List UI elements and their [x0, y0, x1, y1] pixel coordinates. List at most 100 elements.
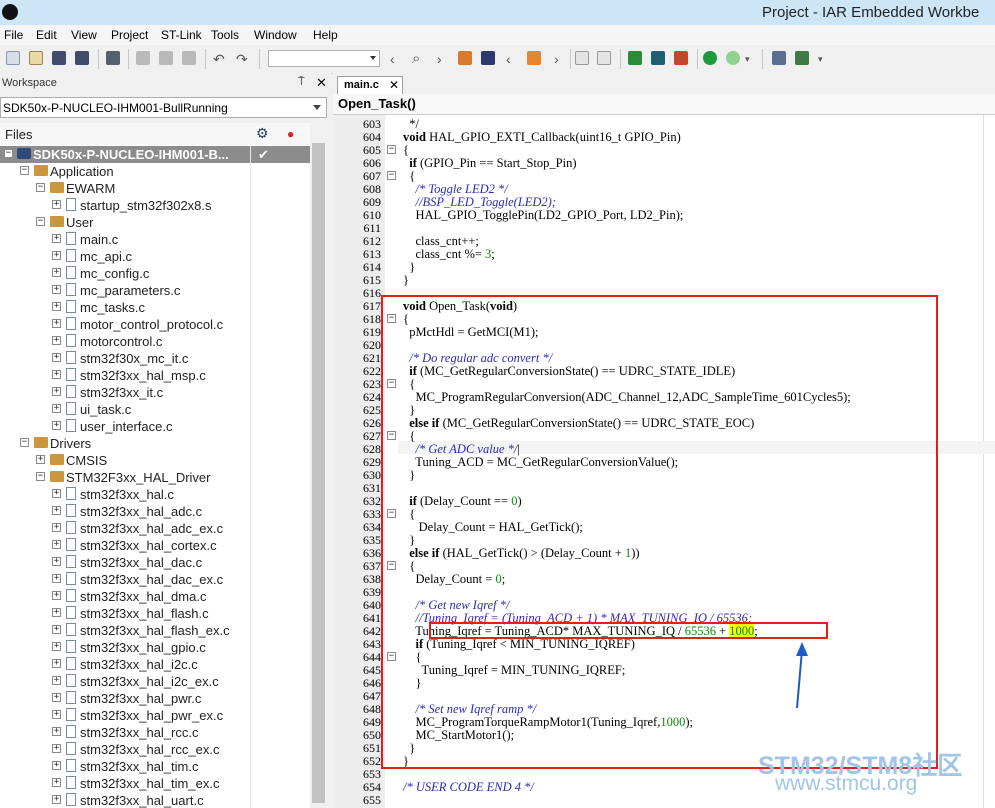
tree-file[interactable]: + stm32f3xx_hal_flash.c: [0, 605, 310, 622]
expand-icon[interactable]: +: [52, 404, 61, 413]
save-all-icon[interactable]: [75, 51, 89, 65]
expand-icon[interactable]: +: [52, 489, 61, 498]
tree-file[interactable]: + main.c: [0, 231, 310, 248]
tree-folder[interactable]: − User: [0, 214, 310, 231]
save-icon[interactable]: [52, 51, 66, 65]
menu-view[interactable]: View: [71, 28, 97, 42]
expand-icon[interactable]: +: [52, 761, 61, 770]
expand-icon[interactable]: +: [52, 234, 61, 243]
menu-tools[interactable]: Tools: [211, 28, 239, 42]
function-navigator[interactable]: Open_Task(): [333, 94, 995, 115]
tree-file[interactable]: + stm32f3xx_hal_dma.c: [0, 588, 310, 605]
fold-toggle-icon[interactable]: −: [387, 145, 396, 154]
tree-folder[interactable]: + CMSIS: [0, 452, 310, 469]
menu-help[interactable]: Help: [313, 28, 338, 42]
goto-line-icon[interactable]: [481, 51, 495, 65]
expand-icon[interactable]: +: [52, 557, 61, 566]
expand-icon[interactable]: +: [36, 455, 45, 464]
find-combo[interactable]: [268, 50, 380, 67]
expand-icon[interactable]: +: [52, 370, 61, 379]
collapse-icon[interactable]: −: [36, 472, 45, 481]
tree-file[interactable]: + stm32f3xx_hal_cortex.c: [0, 537, 310, 554]
collapse-icon[interactable]: −: [36, 183, 45, 192]
tree-file[interactable]: + motor_control_protocol.c: [0, 316, 310, 333]
expand-icon[interactable]: +: [52, 285, 61, 294]
expand-icon[interactable]: +: [52, 778, 61, 787]
print-icon[interactable]: [106, 51, 120, 65]
code-line[interactable]: /* USER CODE END 4 */: [403, 780, 534, 795]
expand-icon[interactable]: +: [52, 421, 61, 430]
menu-window[interactable]: Window: [254, 28, 297, 42]
tree-project[interactable]: − SDK50x-P-NUCLEO-IHM001-B... ✔: [0, 146, 310, 163]
expand-icon[interactable]: +: [52, 642, 61, 651]
expand-icon[interactable]: +: [52, 710, 61, 719]
expand-icon[interactable]: +: [52, 268, 61, 277]
tree-file[interactable]: + mc_api.c: [0, 248, 310, 265]
expand-icon[interactable]: +: [52, 387, 61, 396]
chevron-down-icon[interactable]: ▾: [745, 52, 750, 66]
expand-icon[interactable]: +: [52, 693, 61, 702]
pin-icon[interactable]: ⍑: [298, 76, 305, 89]
replace-icon[interactable]: [458, 51, 472, 65]
code-line[interactable]: void HAL_GPIO_EXTI_Callback(uint16_t GPI…: [403, 130, 681, 145]
new-file-icon[interactable]: [6, 51, 20, 65]
tree-file[interactable]: + stm32f3xx_hal_gpio.c: [0, 639, 310, 656]
tree-file[interactable]: + mc_tasks.c: [0, 299, 310, 316]
tree-folder[interactable]: − STM32F3xx_HAL_Driver: [0, 469, 310, 486]
tree-file[interactable]: + stm32f3xx_hal_flash_ex.c: [0, 622, 310, 639]
expand-icon[interactable]: +: [52, 200, 61, 209]
undo-icon[interactable]: ↶: [213, 52, 225, 66]
tree-file[interactable]: + mc_config.c: [0, 265, 310, 282]
tree-file[interactable]: + stm32f3xx_hal.c: [0, 486, 310, 503]
tree-file[interactable]: + stm32f3xx_hal_i2c_ex.c: [0, 673, 310, 690]
find-previous-icon[interactable]: ‹: [390, 52, 395, 66]
tree-file[interactable]: + startup_stm32f302x8.s: [0, 197, 310, 214]
expand-icon[interactable]: +: [52, 676, 61, 685]
expand-icon[interactable]: +: [52, 251, 61, 260]
tree-file[interactable]: + stm32f3xx_hal_pwr_ex.c: [0, 707, 310, 724]
code-line[interactable]: }: [403, 273, 409, 288]
gear-icon[interactable]: ⚙: [256, 125, 269, 142]
open-file-icon[interactable]: [29, 51, 43, 65]
make-icon[interactable]: [651, 51, 665, 65]
configuration-select[interactable]: SDK50x-P-NUCLEO-IHM001-BullRunning: [0, 97, 327, 118]
breakpoint-window-icon[interactable]: [772, 51, 786, 65]
code-line[interactable]: class_cnt %= 3;: [403, 247, 495, 262]
tree-file[interactable]: + stm32f3xx_hal_adc_ex.c: [0, 520, 310, 537]
tree-file[interactable]: + stm32f3xx_hal_rcc.c: [0, 724, 310, 741]
cut-icon[interactable]: [136, 51, 150, 65]
stop-build-icon[interactable]: [674, 51, 688, 65]
tree-file[interactable]: + stm32f3xx_hal_adc.c: [0, 503, 310, 520]
expand-icon[interactable]: +: [52, 727, 61, 736]
fold-toggle-icon[interactable]: −: [387, 171, 396, 180]
compile-icon[interactable]: [628, 51, 642, 65]
workspace-scrollbar[interactable]: [310, 123, 327, 808]
tree-file[interactable]: + stm32f3xx_hal_dac.c: [0, 554, 310, 571]
collapse-icon[interactable]: −: [4, 149, 13, 158]
tree-file[interactable]: + stm32f3xx_hal_tim.c: [0, 758, 310, 775]
tree-file[interactable]: + stm32f3xx_hal_rcc_ex.c: [0, 741, 310, 758]
tree-file[interactable]: + stm32f3xx_hal_i2c.c: [0, 656, 310, 673]
expand-icon[interactable]: +: [52, 540, 61, 549]
tree-folder[interactable]: − EWARM: [0, 180, 310, 197]
expand-icon[interactable]: +: [52, 302, 61, 311]
collapse-icon[interactable]: −: [36, 217, 45, 226]
expand-icon[interactable]: +: [52, 336, 61, 345]
search-icon[interactable]: ⌕: [412, 51, 420, 66]
navigate-back-icon[interactable]: [575, 51, 589, 65]
download-debug-icon[interactable]: [703, 51, 717, 65]
expand-icon[interactable]: +: [52, 523, 61, 532]
code-line[interactable]: if (GPIO_Pin == Start_Stop_Pin): [403, 156, 576, 171]
toggle-breakpoint-icon[interactable]: [795, 51, 809, 65]
expand-icon[interactable]: +: [52, 591, 61, 600]
code-line[interactable]: HAL_GPIO_TogglePin(LD2_GPIO_Port, LD2_Pi…: [403, 208, 684, 223]
collapse-icon[interactable]: −: [20, 166, 29, 175]
redo-icon[interactable]: ↷: [236, 52, 248, 66]
menu-edit[interactable]: Edit: [36, 28, 57, 42]
debug-without-download-icon[interactable]: [726, 51, 740, 65]
bookmark-previous-icon[interactable]: ‹: [506, 52, 511, 66]
tree-folder[interactable]: − Application: [0, 163, 310, 180]
tree-file[interactable]: + stm32f3xx_it.c: [0, 384, 310, 401]
collapse-icon[interactable]: −: [20, 438, 29, 447]
copy-icon[interactable]: [159, 51, 173, 65]
